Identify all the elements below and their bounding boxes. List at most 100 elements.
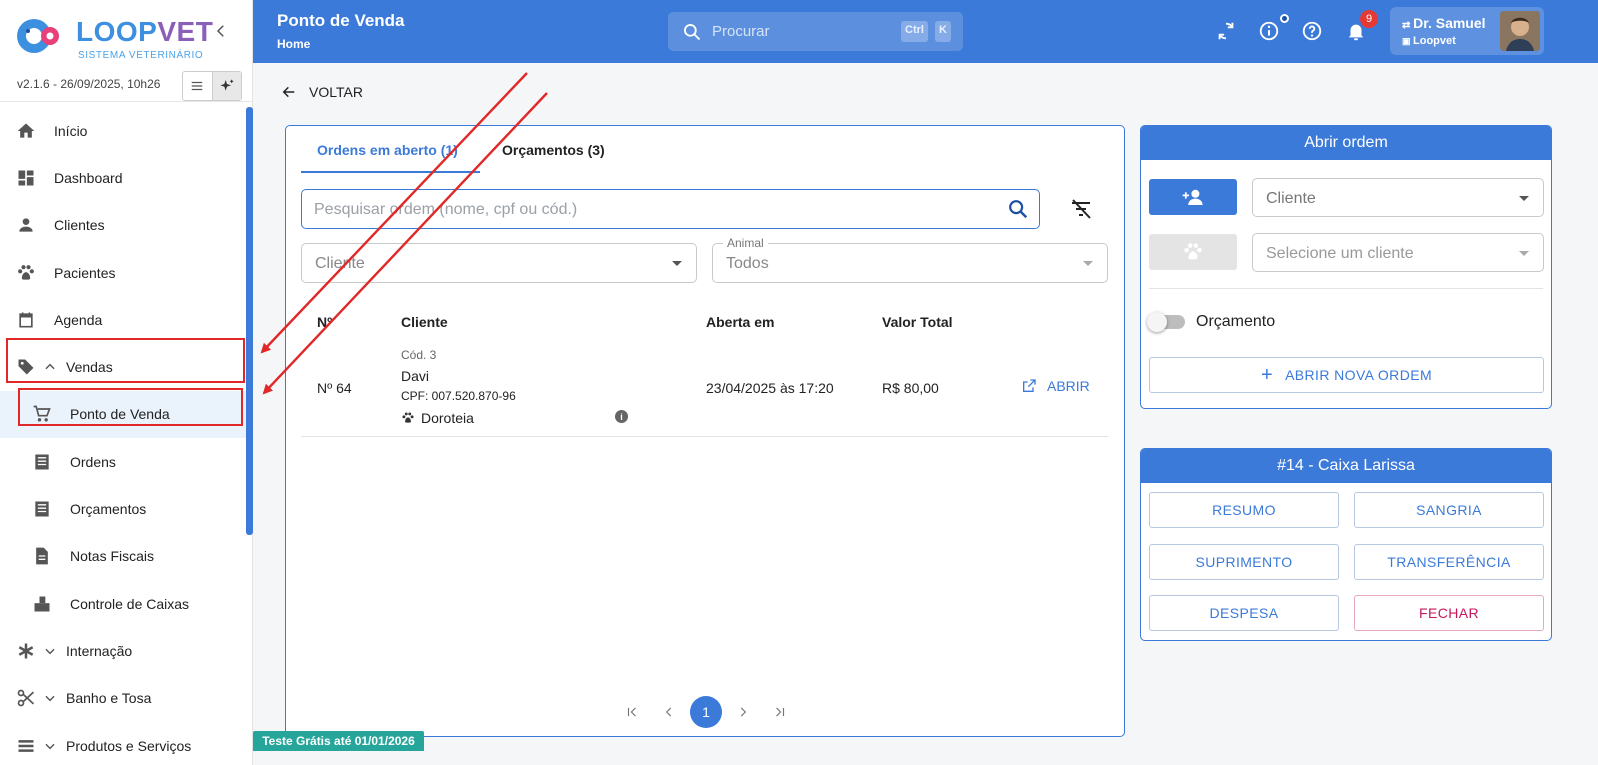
- sidebar-item-agenda[interactable]: Agenda: [0, 296, 246, 343]
- loopvet-logo-icon: [17, 19, 59, 53]
- tab-budgets[interactable]: Orçamentos (3): [502, 142, 605, 158]
- chevron-down-icon: [45, 695, 55, 702]
- brand-name: LOOPVET: [76, 16, 214, 47]
- version-bar: v2.1.6 - 26/09/2025, 10h26: [0, 68, 253, 102]
- toggle-knob: [1147, 312, 1167, 332]
- sidebar-group-internacao[interactable]: Internação: [0, 627, 246, 674]
- chevron-down-icon: [45, 743, 55, 749]
- pet-select[interactable]: Selecione um cliente: [1252, 233, 1544, 272]
- page-button-current[interactable]: 1: [690, 696, 722, 728]
- user-name: ⇄ Dr. Samuel: [1402, 15, 1486, 31]
- page-title: Ponto de Venda: [277, 11, 405, 30]
- paw-icon: [402, 412, 414, 423]
- open-order-title: Abrir ordem: [1141, 126, 1551, 160]
- sidebar-group-banho-e-tosa[interactable]: Banho e Tosa: [0, 675, 246, 722]
- user-organization: ▣ Loopvet: [1402, 35, 1456, 47]
- column-header-total: Valor Total: [882, 314, 953, 330]
- ai-view-button[interactable]: [211, 72, 241, 100]
- tab-open-orders[interactable]: Ordens em aberto (1): [317, 142, 458, 158]
- animal-filter-value: Todos: [726, 255, 769, 272]
- brand-logo[interactable]: LOOPVET SISTEMA VETERINÁRIO: [14, 14, 244, 61]
- sidebar-item-inicio[interactable]: Início: [0, 107, 246, 154]
- close-register-button[interactable]: FECHAR: [1354, 595, 1544, 631]
- building-icon: ▣: [1402, 36, 1414, 46]
- list-icon: [35, 501, 49, 517]
- transfer-button[interactable]: TRANSFERÊNCIA: [1354, 544, 1544, 580]
- list-icon: [35, 454, 49, 470]
- global-search[interactable]: Procurar Ctrl K: [668, 12, 963, 51]
- budget-toggle-label: Orçamento: [1196, 313, 1276, 330]
- budget-toggle[interactable]: [1147, 312, 1185, 332]
- menu-view-toggle: [182, 71, 242, 101]
- brand-subtitle: SISTEMA VETERINÁRIO: [78, 50, 204, 61]
- sidebar-item-orcamentos[interactable]: Orçamentos: [0, 485, 246, 532]
- search-icon: [684, 24, 701, 41]
- next-page-button[interactable]: [727, 696, 759, 728]
- sidebar-menu: Início Dashboard Clientes Pacientes Agen…: [0, 107, 246, 765]
- client-select-placeholder: Cliente: [1266, 190, 1316, 207]
- client-select[interactable]: Cliente: [1252, 178, 1544, 217]
- calendar-icon: [19, 312, 33, 328]
- open-external-icon: [1023, 379, 1036, 392]
- dashboard-icon: [18, 170, 34, 186]
- info-icon[interactable]: [1258, 20, 1280, 42]
- order-search-placeholder: Pesquisar ordem (nome, cpf ou cód.): [314, 201, 578, 218]
- chevron-left-icon: [665, 707, 672, 717]
- animal-filter-label: Animal: [723, 236, 768, 250]
- sidebar-item-dashboard[interactable]: Dashboard: [0, 154, 246, 201]
- first-page-button[interactable]: [616, 696, 648, 728]
- sidebar-item-clientes[interactable]: Clientes: [0, 202, 246, 249]
- last-page-icon: [776, 707, 785, 717]
- sidebar-item-notas-fiscais[interactable]: Notas Fiscais: [0, 533, 246, 580]
- user-menu[interactable]: ⇄ Dr. Samuel ▣ Loopvet: [1390, 7, 1544, 55]
- pagination: 1: [616, 696, 801, 728]
- sidebar-item-label: Orçamentos: [70, 501, 147, 518]
- paw-icon: [18, 264, 34, 280]
- sidebar-item-pacientes[interactable]: Pacientes: [0, 249, 246, 296]
- previous-page-button[interactable]: [653, 696, 685, 728]
- sidebar-group-produtos-e-servicos[interactable]: Produtos e Serviços: [0, 722, 246, 765]
- open-order-card: Abrir ordem Cliente Selecione um cliente…: [1140, 125, 1552, 409]
- sidebar-scrollbar[interactable]: [246, 107, 253, 535]
- sidebar-item-label: Início: [54, 122, 88, 139]
- column-header-client: Cliente: [401, 314, 448, 330]
- search-icon[interactable]: [1007, 198, 1029, 220]
- user-switch-icon: ⇄: [1402, 20, 1414, 31]
- open-order-button[interactable]: ABRIR: [1021, 378, 1090, 394]
- add-client-button[interactable]: [1149, 179, 1237, 215]
- cash-register-icon: [34, 596, 50, 612]
- filter-off-icon[interactable]: [1069, 197, 1093, 221]
- withdrawal-button[interactable]: SANGRIA: [1354, 492, 1544, 528]
- expense-button[interactable]: DESPESA: [1149, 595, 1339, 631]
- add-pet-button[interactable]: [1149, 234, 1237, 270]
- client-cpf: CPF: 007.520.870-96: [401, 389, 516, 403]
- sync-icon[interactable]: [1215, 20, 1237, 42]
- opened-at: 23/04/2025 às 17:20: [706, 380, 834, 396]
- avatar: [1500, 11, 1540, 51]
- supply-button[interactable]: SUPRIMENTO: [1149, 544, 1339, 580]
- summary-button[interactable]: RESUMO: [1149, 492, 1339, 528]
- sidebar-item-label: Controle de Caixas: [70, 595, 190, 612]
- list-view-button[interactable]: [183, 72, 212, 100]
- dropdown-caret-icon: [672, 261, 682, 266]
- breadcrumb[interactable]: Home: [277, 37, 310, 51]
- client-filter-select[interactable]: Cliente: [301, 243, 697, 283]
- order-search-input[interactable]: Pesquisar ordem (nome, cpf ou cód.): [301, 189, 1040, 229]
- help-icon[interactable]: [1301, 20, 1323, 42]
- collapse-sidebar-icon[interactable]: [212, 22, 230, 40]
- back-button[interactable]: VOLTAR: [281, 84, 363, 100]
- shortcut-key-k: K: [935, 21, 951, 42]
- sidebar-item-ordens[interactable]: Ordens: [0, 438, 246, 485]
- last-page-button[interactable]: [764, 696, 796, 728]
- open-new-order-label: ABRIR NOVA ORDEM: [1285, 367, 1433, 383]
- client-name: Davi: [401, 368, 430, 384]
- document-icon: [36, 547, 48, 565]
- dropdown-caret-icon: [1519, 251, 1529, 256]
- sidebar-item-controle-de-caixas[interactable]: Controle de Caixas: [0, 580, 246, 627]
- version-text: v2.1.6 - 26/09/2025, 10h26: [17, 77, 161, 91]
- open-new-order-button[interactable]: + ABRIR NOVA ORDEM: [1149, 357, 1544, 393]
- info-icon[interactable]: i: [615, 410, 628, 423]
- annotation-box-ponto-de-venda: [18, 388, 243, 426]
- animal-filter-select[interactable]: Animal Todos: [712, 236, 1108, 283]
- back-label: VOLTAR: [309, 84, 363, 100]
